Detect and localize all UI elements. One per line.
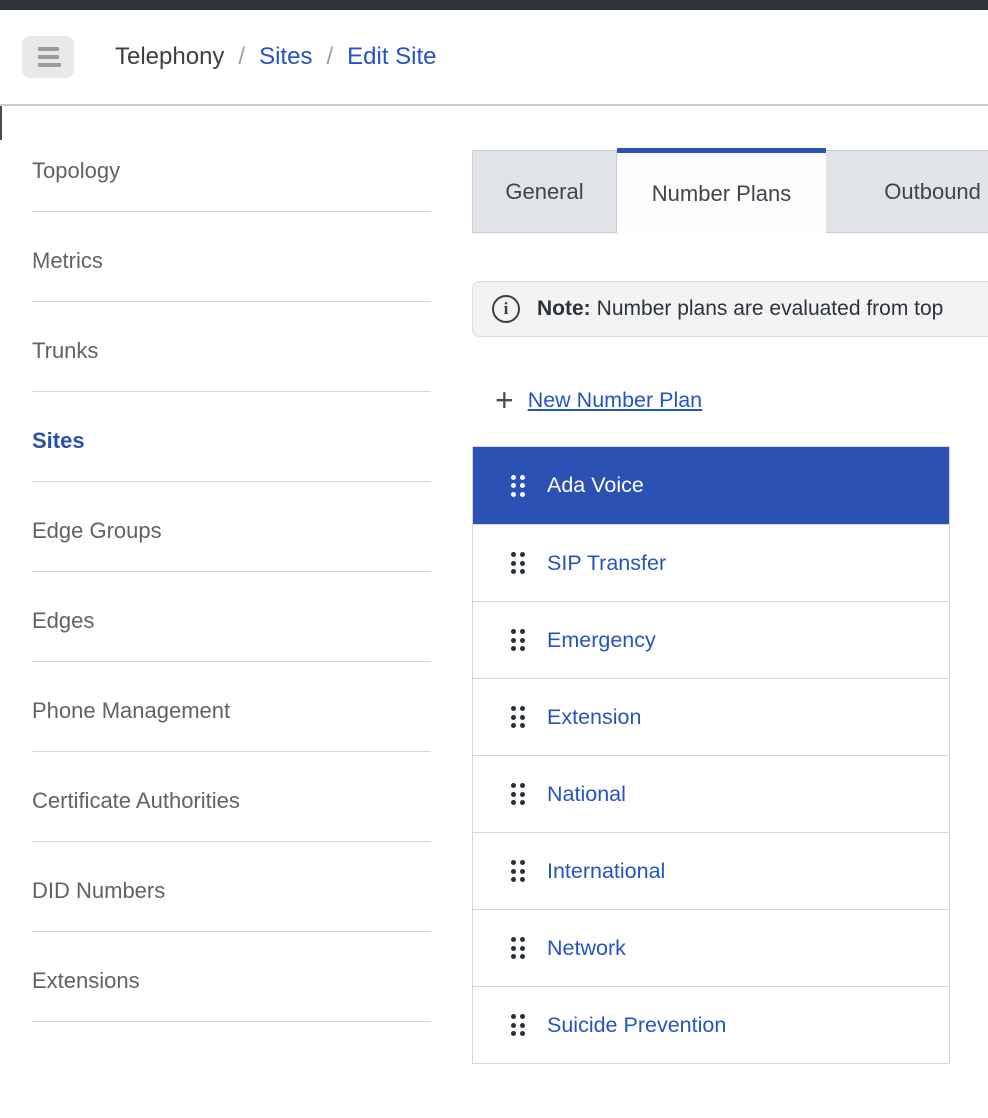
breadcrumb-current-edit-site[interactable]: Edit Site bbox=[347, 43, 436, 71]
breadcrumb-separator: / bbox=[326, 43, 333, 71]
menu-button[interactable] bbox=[22, 36, 74, 78]
number-plan-row-sip-transfer[interactable]: SIP Transfer bbox=[473, 524, 949, 601]
sidebar-item-topology[interactable]: Topology bbox=[32, 122, 431, 212]
breadcrumb: Telephony / Sites / Edit Site bbox=[115, 43, 437, 71]
number-plan-name[interactable]: International bbox=[547, 859, 665, 884]
info-icon: i bbox=[492, 295, 520, 323]
note-label: Note: bbox=[537, 297, 591, 320]
note-banner: i Note: Number plans are evaluated from t… bbox=[472, 281, 988, 337]
sidebar-item-edge-groups[interactable]: Edge Groups bbox=[32, 482, 431, 572]
drag-handle-icon[interactable] bbox=[511, 783, 525, 805]
number-plan-name[interactable]: SIP Transfer bbox=[547, 551, 666, 576]
number-plan-name[interactable]: Network bbox=[547, 936, 626, 961]
tab-number-plans[interactable]: Number Plans bbox=[617, 148, 826, 235]
number-plan-row-network[interactable]: Network bbox=[473, 909, 949, 986]
sidebar-item-extensions[interactable]: Extensions bbox=[32, 932, 431, 1022]
drag-handle-icon[interactable] bbox=[511, 937, 525, 959]
page-header: Telephony / Sites / Edit Site bbox=[0, 10, 988, 106]
top-bar bbox=[0, 0, 988, 10]
new-number-plan-label: New Number Plan bbox=[528, 388, 702, 413]
number-plan-name[interactable]: National bbox=[547, 782, 626, 807]
tab-general[interactable]: General bbox=[472, 150, 617, 233]
sidebar-item-phone-management[interactable]: Phone Management bbox=[32, 662, 431, 752]
number-plan-name[interactable]: Emergency bbox=[547, 628, 656, 653]
number-plan-row-extension[interactable]: Extension bbox=[473, 678, 949, 755]
sidebar-item-metrics[interactable]: Metrics bbox=[32, 212, 431, 302]
drag-handle-icon[interactable] bbox=[511, 706, 525, 728]
drag-handle-icon[interactable] bbox=[511, 552, 525, 574]
number-plan-row-suicide-prevention[interactable]: Suicide Prevention bbox=[473, 986, 949, 1063]
sidebar-item-did-numbers[interactable]: DID Numbers bbox=[32, 842, 431, 932]
number-plan-name[interactable]: Extension bbox=[547, 705, 641, 730]
sidebar-item-trunks[interactable]: Trunks bbox=[32, 302, 431, 392]
drag-handle-icon[interactable] bbox=[511, 860, 525, 882]
number-plan-row-national[interactable]: National bbox=[473, 755, 949, 832]
number-plan-row-emergency[interactable]: Emergency bbox=[473, 601, 949, 678]
number-plan-row-international[interactable]: International bbox=[473, 832, 949, 909]
new-number-plan-link[interactable]: + New Number Plan bbox=[472, 384, 702, 416]
sidebar-item-sites[interactable]: Sites bbox=[32, 392, 431, 482]
breadcrumb-link-sites[interactable]: Sites bbox=[259, 43, 312, 71]
breadcrumb-separator: / bbox=[238, 43, 245, 71]
sidebar-item-certificate-authorities[interactable]: Certificate Authorities bbox=[32, 752, 431, 842]
drag-handle-icon[interactable] bbox=[511, 629, 525, 651]
tab-outbound-routes[interactable]: Outbound Routes bbox=[826, 150, 988, 233]
number-plan-list: Ada Voice SIP Transfer Emergency Extensi… bbox=[472, 446, 950, 1064]
number-plan-row-ada-voice[interactable]: Ada Voice bbox=[473, 447, 949, 524]
note-text: Note: Number plans are evaluated from top bbox=[537, 297, 943, 321]
drag-handle-icon[interactable] bbox=[511, 1014, 525, 1036]
breadcrumb-section: Telephony bbox=[115, 43, 224, 71]
note-body: Number plans are evaluated from top bbox=[597, 297, 944, 320]
number-plan-name[interactable]: Suicide Prevention bbox=[547, 1013, 726, 1038]
plus-icon: + bbox=[495, 386, 514, 414]
sidebar-nav: Topology Metrics Trunks Sites Edge Group… bbox=[32, 122, 431, 1022]
number-plan-name[interactable]: Ada Voice bbox=[547, 473, 644, 498]
sidebar-item-edges[interactable]: Edges bbox=[32, 572, 431, 662]
drag-handle-icon[interactable] bbox=[511, 475, 525, 497]
hamburger-icon bbox=[38, 55, 59, 59]
edit-site-tabs: General Number Plans Outbound Routes bbox=[472, 148, 988, 235]
